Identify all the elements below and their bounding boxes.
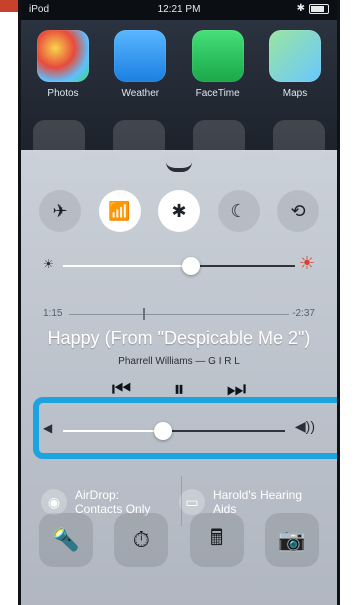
brightness-knob[interactable] [181, 257, 200, 275]
volume-low-icon: ◀ [43, 421, 53, 435]
airplane-icon: ✈ [52, 200, 68, 221]
home-app-row: Photos Weather FaceTime Maps [33, 30, 325, 99]
quick-launch-row: 🔦 ⏱ 🖩 📷 [21, 513, 337, 585]
volume-slider[interactable]: ◀ ◀)) [43, 418, 315, 442]
artist-album: Pharrell Williams — G I R L [118, 356, 240, 367]
airplay-icon: ▭ [179, 489, 205, 515]
toggle-row: ✈ 📶 ✱ ☾ ⟲ [39, 190, 319, 232]
volume-knob[interactable] [153, 422, 172, 440]
bluetooth-toggle[interactable]: ✱ [158, 190, 200, 232]
app-label: Maps [282, 88, 308, 99]
maps-icon [268, 30, 321, 82]
song-progress-track[interactable] [69, 308, 289, 320]
app-label: Photos [47, 88, 79, 99]
rotation-lock-icon: ⟲ [290, 200, 306, 221]
calculator-button[interactable]: 🖩 [189, 513, 244, 567]
timer-icon: ⏱ [132, 527, 150, 552]
weather-icon [114, 30, 167, 82]
control-center-handle[interactable] [161, 158, 197, 172]
calculator-icon: 🖩 [210, 525, 224, 550]
brightness-low-icon: ☀ [43, 257, 54, 271]
photos-icon [37, 30, 89, 82]
airdrop-icon: ◉ [41, 489, 67, 515]
battery-icon [309, 3, 329, 14]
hearing-aids-title: Harold's Hearing [213, 488, 302, 502]
status-right: ✱ [297, 3, 329, 14]
brightness-fill [63, 265, 191, 267]
status-time: 12:21 PM [157, 4, 201, 15]
song-progress-marker[interactable] [142, 308, 145, 320]
now-playing: 1:15 -2:37 Happy (From "Despicable Me 2"… [43, 302, 315, 401]
remaining-time: -2:37 [292, 308, 315, 319]
rotation-lock-toggle[interactable]: ⟲ [277, 190, 319, 232]
wifi-toggle[interactable]: 📶 [98, 190, 141, 232]
app-facetime: FaceTime [188, 30, 248, 99]
app-photos: Photos [33, 30, 93, 99]
volume-high-icon: ◀)) [294, 418, 315, 434]
volume-fill [63, 430, 163, 432]
brightness-slider[interactable]: ☀ ☀ [43, 253, 315, 277]
flashlight-button[interactable]: 🔦 [39, 513, 93, 567]
airdrop-title: AirDrop: [75, 488, 120, 502]
device-screen: iPod 12:21 PM ✱ Photos Weather FaceTime … [18, 0, 340, 605]
app-label: FaceTime [195, 88, 240, 99]
hearing-aids-text: Harold's Hearing Aids [213, 488, 302, 516]
brightness-high-icon: ☀ [298, 253, 315, 273]
moon-icon: ☾ [230, 200, 247, 221]
bluetooth-icon: ✱ [296, 3, 305, 14]
facetime-icon [191, 30, 244, 82]
camera-icon: 📷 [278, 527, 306, 552]
song-title: Happy (From "Despicable Me 2") [47, 328, 311, 348]
airdrop-text: AirDrop: Contacts Only [75, 488, 150, 516]
app-label: Weather [121, 88, 160, 99]
flashlight-icon: 🔦 [52, 527, 80, 552]
do-not-disturb-toggle[interactable]: ☾ [217, 190, 260, 232]
airplane-mode-toggle[interactable]: ✈ [39, 190, 81, 232]
app-maps: Maps [265, 30, 325, 99]
control-center: ✈ 📶 ✱ ☾ ⟲ ☀ ☀ 1:15 -2:37 Happy (From "De… [21, 150, 337, 605]
app-weather: Weather [110, 30, 170, 99]
timer-button[interactable]: ⏱ [114, 513, 169, 567]
elapsed-time: 1:15 [43, 308, 63, 319]
bluetooth-icon: ✱ [171, 200, 187, 221]
wifi-icon: 📶 [108, 200, 131, 221]
status-bar: iPod 12:21 PM ✱ [21, 0, 337, 20]
camera-button[interactable]: 📷 [264, 513, 319, 567]
